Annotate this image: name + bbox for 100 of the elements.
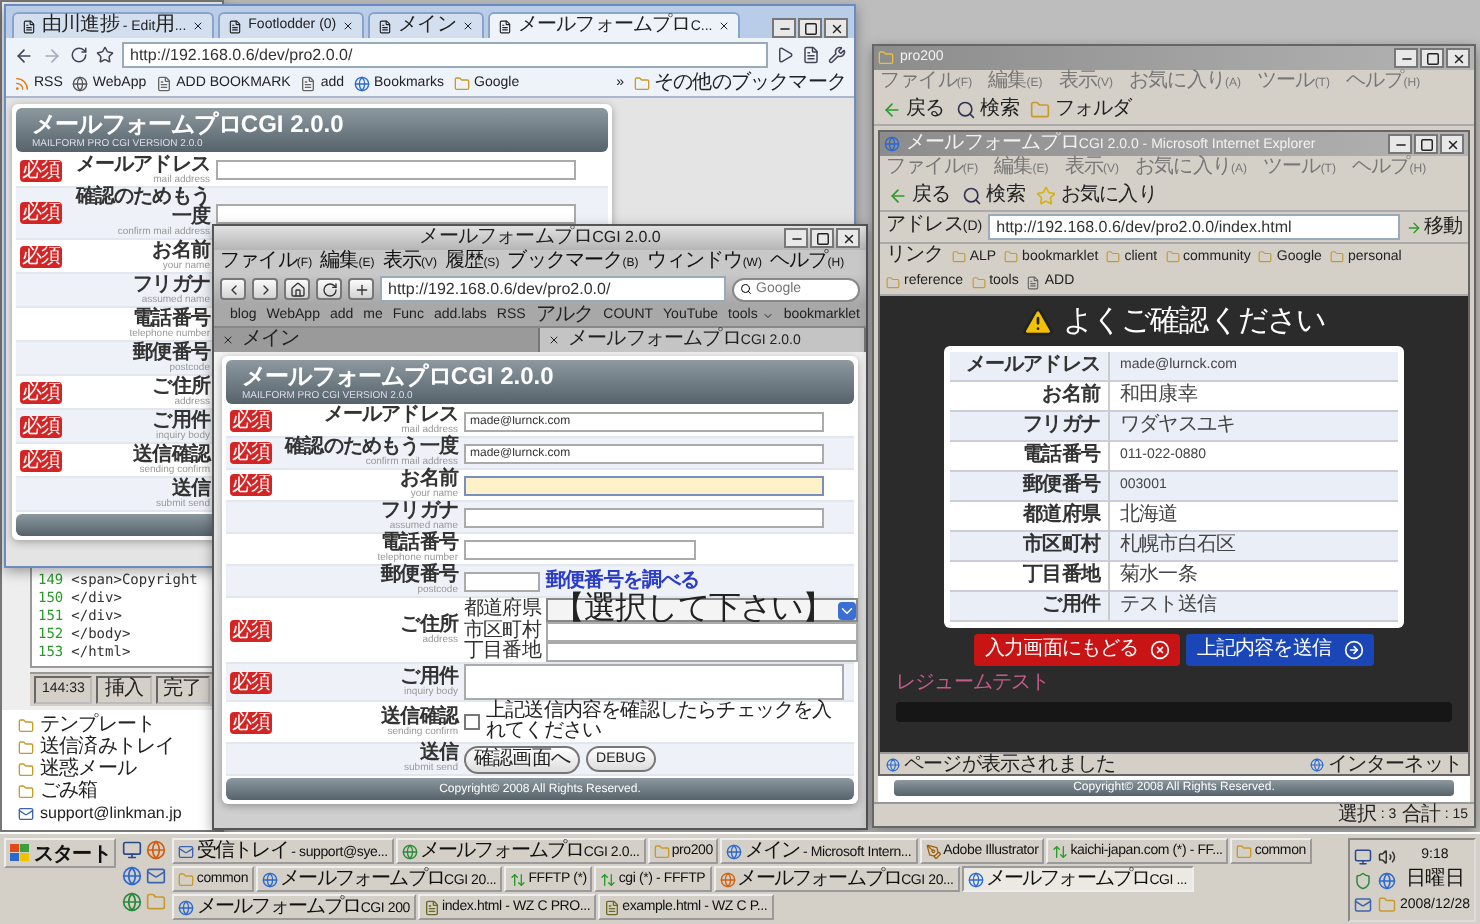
toolbar-button[interactable]: お気に入り	[1036, 182, 1157, 208]
reload-icon[interactable]	[70, 46, 88, 64]
speaker-icon[interactable]	[1377, 847, 1396, 865]
play-icon[interactable]	[776, 46, 794, 64]
text-field[interactable]	[546, 622, 858, 642]
globe-icon[interactable]	[122, 866, 143, 886]
account-item[interactable]: support@linkman.jp	[18, 802, 218, 824]
close-button[interactable]	[836, 228, 860, 248]
maximize-button[interactable]	[1420, 48, 1444, 68]
field-label: 電話番号	[381, 534, 458, 554]
close-icon	[461, 20, 474, 32]
text-field[interactable]	[464, 507, 824, 527]
maximize-button[interactable]	[1414, 134, 1438, 154]
minimize-button[interactable]	[784, 228, 808, 248]
field-label: 丁目番地	[464, 642, 541, 662]
message-field[interactable]	[464, 664, 844, 700]
monitor-icon[interactable]	[122, 840, 143, 860]
folder-icon	[1106, 250, 1121, 264]
required-badge: 必須	[230, 474, 273, 496]
folder-icon	[1004, 250, 1019, 264]
confirm-label: 都道府県	[950, 502, 1110, 530]
browser-tab[interactable]: メイン	[214, 328, 540, 352]
folder-item[interactable]: 迷惑メール	[18, 758, 218, 780]
home-button[interactable]	[284, 278, 310, 300]
form-title: メールフォームプロCGI 2.0.0	[32, 110, 346, 138]
toolbar-button[interactable]: フォルダ	[1030, 96, 1132, 122]
field-label: 送信	[419, 744, 458, 764]
toolbar-button[interactable]: 検索	[962, 182, 1025, 208]
field-label: 電話番号	[133, 309, 210, 329]
close-button[interactable]	[824, 18, 848, 38]
mail-icon[interactable]	[1353, 895, 1372, 913]
reload-icon	[321, 281, 337, 297]
go-button[interactable]: 移動	[1405, 216, 1462, 238]
start-button[interactable]: スタート	[4, 838, 117, 868]
maximize-icon	[815, 231, 829, 245]
confirm-value: テスト送信	[1118, 592, 1219, 620]
minimize-button[interactable]	[1388, 134, 1412, 154]
text-field[interactable]	[546, 642, 858, 662]
bookmark-item[interactable]: アルク	[535, 303, 594, 327]
wrench-icon[interactable]	[828, 46, 846, 64]
close-icon	[841, 231, 855, 245]
text-field[interactable]	[464, 475, 824, 495]
toolbar-button[interactable]: 検索	[956, 96, 1019, 122]
minimize-button[interactable]	[1394, 48, 1418, 68]
lookup-link[interactable]: 郵便番号を調べる	[546, 570, 700, 592]
send-button[interactable]: 上記内容を送信	[1186, 634, 1373, 666]
back-button[interactable]	[220, 278, 246, 300]
back-icon[interactable]	[14, 45, 34, 65]
checkbox[interactable]	[464, 714, 480, 730]
toolbar-button[interactable]: 戻る	[882, 96, 945, 122]
folder-item[interactable]: 送信済みトレイ	[18, 736, 218, 758]
search-icon	[740, 282, 752, 296]
forward-button[interactable]	[252, 278, 278, 300]
confirm-label: お名前	[950, 382, 1110, 410]
monitor-icon[interactable]	[1353, 847, 1372, 865]
folder-item[interactable]: ごみ箱	[18, 780, 218, 802]
maximize-button[interactable]	[798, 18, 822, 38]
folder-icon	[18, 739, 34, 755]
zone-text: インターネット	[1309, 753, 1462, 775]
field-label: 市区町村	[464, 622, 541, 642]
required-badge: 必須	[20, 415, 63, 437]
dialog-title: よくご確認ください	[1062, 304, 1326, 340]
globe-icon[interactable]	[146, 840, 167, 860]
confirm-value: 北海道	[1118, 502, 1180, 530]
text-field[interactable]	[464, 539, 696, 559]
text-field[interactable]	[216, 160, 576, 180]
browser-tab[interactable]: メイン	[368, 12, 484, 38]
globe-icon[interactable]	[122, 892, 143, 912]
globe-icon	[967, 871, 984, 887]
search-icon	[956, 99, 977, 119]
close-button[interactable]	[1440, 134, 1464, 154]
folder-icon	[178, 871, 195, 887]
confirm-value: 菊水一条	[1118, 562, 1199, 590]
arrows-icon	[510, 871, 527, 887]
address-field[interactable]: http://192.168.0.6/dev/pro2.0.0/index.html	[988, 214, 1400, 240]
folder-icon	[633, 76, 650, 92]
star-icon[interactable]	[96, 46, 114, 64]
bookmark-item[interactable]: その他のブックマーク	[633, 72, 846, 96]
home-icon	[289, 281, 305, 297]
minimize-button[interactable]	[772, 18, 796, 38]
close-button[interactable]	[1446, 48, 1470, 68]
address-field[interactable]: http://192.168.0.6/dev/pro2.0.0/	[380, 276, 726, 302]
globe-icon	[178, 899, 195, 915]
back-button[interactable]: 入力画面にもどる	[974, 634, 1181, 666]
text-field[interactable]	[216, 203, 576, 223]
globe-icon	[719, 871, 736, 887]
confirm-value: ワダヤスユキ	[1118, 412, 1238, 440]
folder-item[interactable]: テンプレート	[18, 714, 218, 736]
address-field[interactable]: http://192.168.0.6/dev/pro2.0.0/	[122, 42, 768, 68]
text-field[interactable]	[464, 571, 540, 591]
add-button[interactable]	[348, 278, 374, 300]
maximize-button[interactable]	[810, 228, 834, 248]
globe-icon	[1309, 757, 1324, 771]
toolbar-button[interactable]: 戻る	[888, 182, 951, 208]
globe-icon	[262, 871, 279, 887]
field-label: 送信確認	[133, 445, 210, 465]
reload-button[interactable]	[316, 278, 342, 300]
close-icon	[548, 334, 560, 346]
mail-icon[interactable]	[146, 866, 167, 886]
form-button[interactable]: 確認画面へ	[464, 745, 581, 773]
